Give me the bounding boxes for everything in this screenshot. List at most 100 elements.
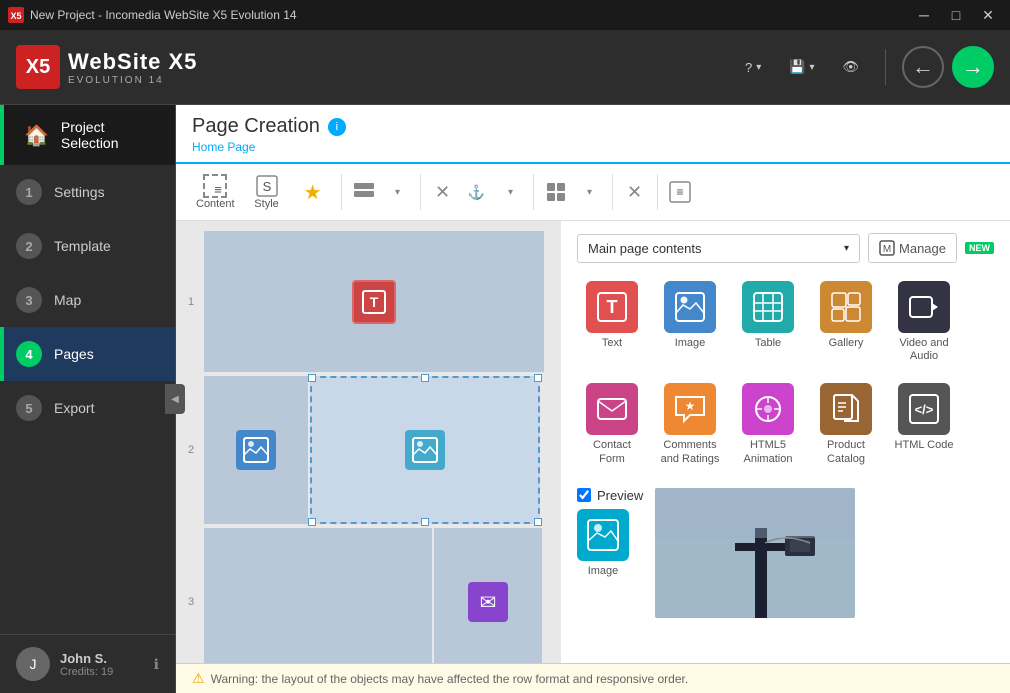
sidebar-item-project-selection[interactable]: 🏠 Project Selection [0, 105, 175, 165]
sidebar-item-export[interactable]: 5 Export [0, 381, 175, 435]
save-chevron: ▾ [809, 62, 814, 73]
object-video-audio[interactable]: Video and Audio [889, 275, 959, 369]
warning-bar: ⚠ Warning: the layout of the objects may… [176, 663, 1010, 693]
toolbar-preview-toggle[interactable]: ≡ [664, 176, 696, 208]
video-icon-svg [908, 291, 940, 323]
sidebar-collapse-button[interactable]: ◀ [165, 384, 185, 414]
html5-object-icon [742, 383, 794, 435]
forward-button[interactable]: → [952, 46, 994, 88]
cell-2-1[interactable] [204, 376, 308, 524]
email-cell-icon: ✉ [480, 590, 497, 615]
comments-ratings-label: Comments and Ratings [659, 439, 721, 465]
sidebar-label-template: Template [54, 238, 111, 254]
sidebar-label-pages: Pages [54, 346, 94, 362]
product-catalog-label: Product Catalog [815, 439, 877, 465]
svg-text:≡: ≡ [676, 185, 683, 199]
object-html5-animation[interactable]: HTML5 Animation [733, 377, 803, 471]
window-title: New Project - Incomedia WebSite X5 Evolu… [30, 8, 910, 22]
object-text[interactable]: T Text [577, 275, 647, 369]
preview-thumbnail [655, 488, 855, 618]
back-button[interactable]: ← [902, 46, 944, 88]
toolbar-more-button[interactable]: ⚓ [461, 176, 493, 208]
toolbar-row-dropdown[interactable]: ▾ [382, 176, 414, 208]
toolbar-rows-button[interactable] [348, 176, 380, 208]
object-table[interactable]: Table [733, 275, 803, 369]
breadcrumb[interactable]: Home Page [192, 138, 994, 162]
toolbar-delete2-button[interactable]: ✕ [619, 176, 651, 208]
window-controls: ─ □ ✕ [910, 4, 1002, 26]
image-cell-icon-2 [412, 437, 438, 463]
user-info-icon[interactable]: ℹ [154, 656, 159, 673]
svg-text:X5: X5 [10, 11, 21, 21]
user-credits: Credits: 19 [60, 666, 144, 678]
handle-br[interactable] [534, 518, 542, 526]
object-image[interactable]: Image [655, 275, 725, 369]
content-header: Page Creation i Home Page [176, 105, 1010, 164]
grid-icon [546, 182, 566, 202]
cell-2-1-icon [236, 430, 276, 470]
save-button[interactable]: 💾 ▾ [779, 53, 824, 81]
handle-tm[interactable] [421, 374, 429, 382]
text-icon-svg: T [596, 291, 628, 323]
sidebar-item-map[interactable]: 3 Map [0, 273, 175, 327]
preview-checkbox-row[interactable]: Preview [577, 488, 643, 503]
cell-3-2[interactable]: ✉ [434, 528, 542, 663]
cell-3-1[interactable] [204, 528, 432, 663]
contents-dropdown[interactable]: Main page contents ▾ [577, 234, 860, 263]
svg-text:≡: ≡ [214, 182, 222, 197]
sidebar-item-settings[interactable]: 1 Settings [0, 165, 175, 219]
handle-bl[interactable] [308, 518, 316, 526]
page-row-1: 1 T [204, 231, 551, 372]
save-icon: 💾 [789, 59, 805, 75]
preview-image-label: Image [588, 565, 619, 577]
page-info-icon[interactable]: i [328, 118, 346, 136]
toolbar-style-button[interactable]: S Style [245, 170, 289, 214]
preview-button[interactable]: 👁 [832, 53, 869, 81]
row-label-2: 2 [188, 444, 194, 456]
object-contact-form[interactable]: Contact Form [577, 377, 647, 471]
maximize-button[interactable]: □ [942, 4, 970, 26]
table-label: Table [755, 337, 781, 350]
dropdown-chevron-icon: ▾ [844, 243, 849, 254]
preview-label[interactable]: Preview [597, 488, 643, 503]
object-comments-ratings[interactable]: ★ Comments and Ratings [655, 377, 725, 471]
toolbar-separator-1 [341, 174, 342, 210]
right-panel: Main page contents ▾ M Manage NEW [561, 221, 1010, 663]
object-html-code[interactable]: </> HTML Code [889, 377, 959, 471]
toolbar-delete-button[interactable]: ✕ [427, 176, 459, 208]
handle-tr[interactable] [534, 374, 542, 382]
video-audio-label: Video and Audio [893, 337, 955, 363]
close-button[interactable]: ✕ [974, 4, 1002, 26]
help-button[interactable]: ? ▾ [735, 54, 771, 81]
forward-arrow-icon: → [962, 54, 984, 80]
toolbar-grid-dropdown[interactable]: ▾ [574, 176, 606, 208]
cell-2-2-icon [405, 430, 445, 470]
table-object-icon [742, 281, 794, 333]
manage-button[interactable]: M Manage [868, 233, 957, 263]
sidebar-item-pages[interactable]: 4 Pages [0, 327, 175, 381]
minimize-button[interactable]: ─ [910, 4, 938, 26]
toolbar-separator-4 [612, 174, 613, 210]
warning-text: Warning: the layout of the objects may h… [211, 672, 689, 686]
handle-bm[interactable] [421, 518, 429, 526]
sidebar-label-project-selection: Project Selection [61, 119, 159, 151]
toolbar-favorite-button[interactable]: ★ [291, 176, 335, 209]
toolbar-content-button[interactable]: ≡ Content [188, 170, 243, 214]
user-avatar: J [16, 647, 50, 681]
sidebar-item-template[interactable]: 2 Template [0, 219, 175, 273]
cell-2-2[interactable] [310, 376, 540, 524]
cell-1-1[interactable]: T [204, 231, 544, 372]
sidebar-num-export: 5 [16, 395, 42, 421]
object-gallery[interactable]: Gallery [811, 275, 881, 369]
preview-checkbox[interactable] [577, 488, 591, 502]
toolbar-anchor-dropdown[interactable]: ▾ [495, 176, 527, 208]
image-label: Image [675, 337, 706, 350]
svg-text:</>: </> [915, 402, 934, 417]
product-catalog-object-icon [820, 383, 872, 435]
handle-tl[interactable] [308, 374, 316, 382]
help-icon: ? [745, 60, 752, 75]
logo-main: WebSite X5 [68, 49, 197, 75]
object-product-catalog[interactable]: Product Catalog [811, 377, 881, 471]
delete-icon: ✕ [435, 182, 450, 203]
toolbar-grid-button[interactable] [540, 176, 572, 208]
